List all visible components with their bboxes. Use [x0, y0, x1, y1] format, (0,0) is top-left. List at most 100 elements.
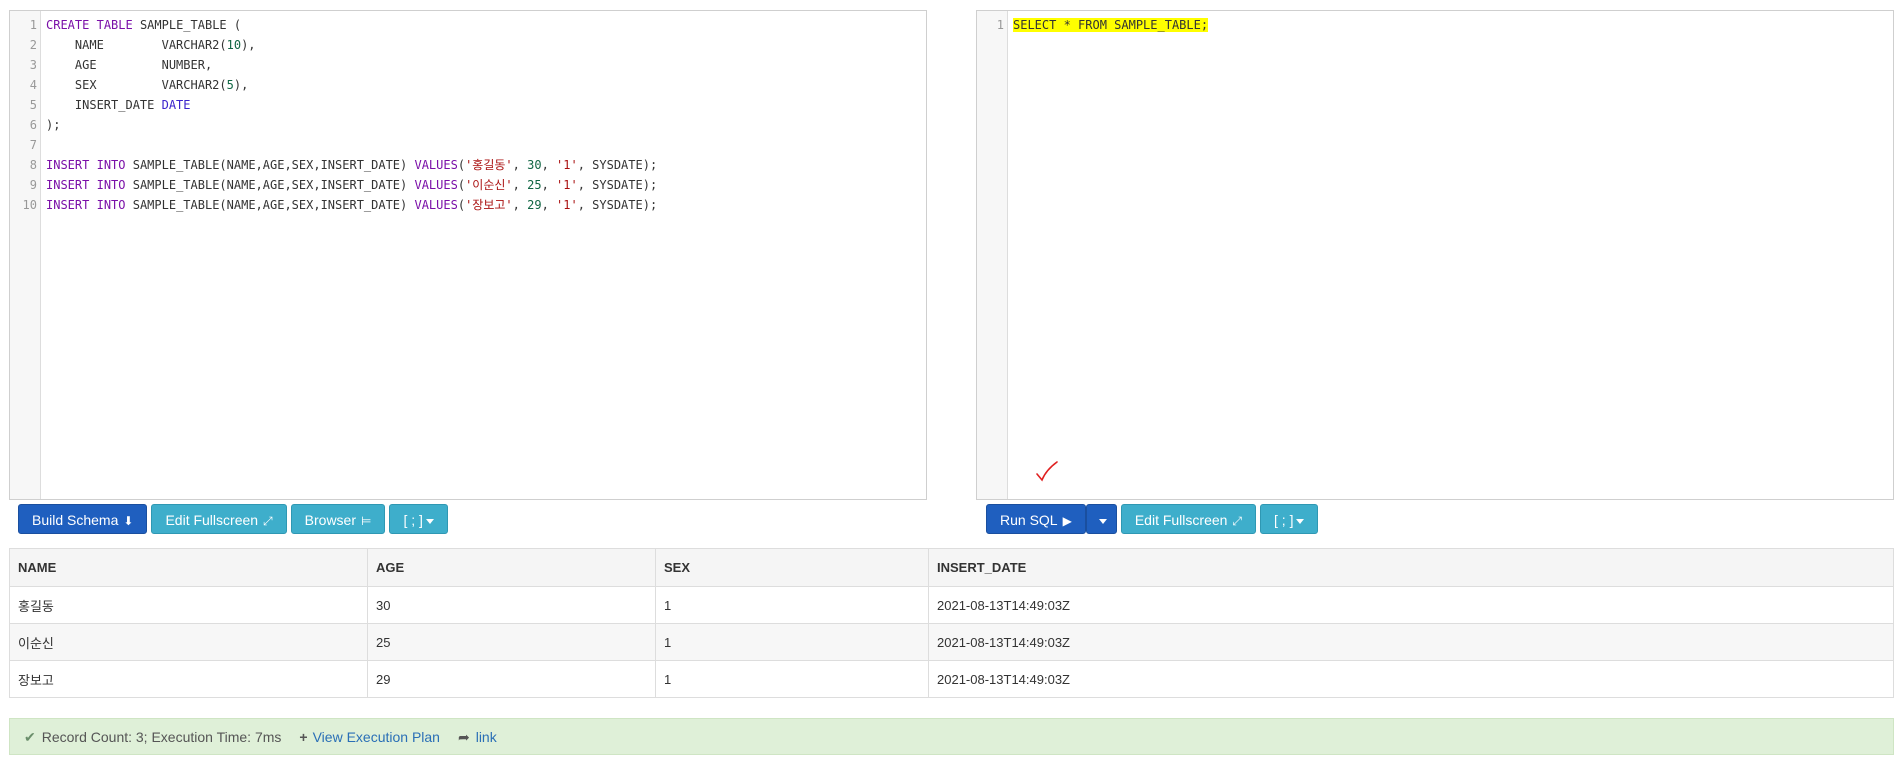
build-schema-button[interactable]: Build Schema ⬇ — [18, 504, 148, 534]
code-token: SAMPLE_TABLE(NAME,AGE,SEX,INSERT_DATE) — [125, 198, 415, 212]
run-sql-button[interactable]: Run SQL ▶ — [986, 504, 1086, 534]
code-token: 10 — [226, 38, 242, 52]
table-cell: 홍길동 — [9, 586, 368, 624]
code-line: 3 AGE NUMBER, — [30, 55, 926, 75]
line-number: 1 — [996, 18, 1004, 32]
delimiter-dropdown[interactable]: [ ; ] — [1260, 504, 1319, 534]
edit-fullscreen-label: Edit Fullscreen — [165, 512, 259, 528]
code-line: 5 INSERT_DATE DATE — [30, 95, 926, 115]
edit-fullscreen-button[interactable]: Edit Fullscreen ⤢ — [151, 504, 287, 534]
code-line: 7 — [30, 135, 926, 155]
code-token: , — [541, 178, 557, 192]
table-row: 이순신 25 1 2021-08-13T14:49:03Z — [9, 623, 1894, 661]
caret-down-icon — [1098, 518, 1107, 524]
line-number: 9 — [29, 178, 37, 192]
code-token: , — [512, 198, 528, 212]
schema-code-area[interactable]: 1 CREATE TABLE SAMPLE_TABLE ( 2 NAME VARCH… — [23, 15, 926, 499]
run-sql-label: Run SQL — [1000, 512, 1058, 528]
line-number: 2 — [29, 38, 37, 52]
code-token: '이순신' — [465, 178, 513, 192]
column-header: SEX — [655, 548, 929, 587]
table-cell: 장보고 — [9, 660, 368, 698]
plus-icon: + — [299, 729, 308, 745]
code-token: TABLE — [96, 18, 133, 32]
code-token: INSERT — [46, 158, 90, 172]
line-number: 7 — [29, 138, 37, 152]
code-token: , — [512, 178, 528, 192]
code-token: INTO — [96, 158, 126, 172]
code-line: 4 SEX VARCHAR2(5), — [30, 75, 926, 95]
table-header-row: NAME AGE SEX INSERT_DATE — [9, 548, 1894, 587]
table-cell: 2021-08-13T14:49:03Z — [928, 660, 1894, 698]
query-editor[interactable]: 1 SELECT * FROM SAMPLE_TABLE; — [976, 10, 1894, 500]
code-token: 30 — [527, 158, 542, 172]
line-number: 4 — [29, 78, 37, 92]
expand-icon: ⤢ — [1232, 514, 1243, 528]
delimiter-label: [ ; ] — [1274, 512, 1294, 528]
schema-editor[interactable]: 1 CREATE TABLE SAMPLE_TABLE ( 2 NAME VARCH… — [9, 10, 927, 500]
run-sql-dropdown-toggle[interactable] — [1085, 504, 1117, 534]
code-token: INSERT — [46, 178, 90, 192]
browser-label: Browser — [304, 512, 357, 528]
code-line: 8 INSERT INTO SAMPLE_TABLE(NAME,AGE,SEX,I… — [30, 155, 926, 175]
expand-icon: ⤢ — [263, 514, 273, 528]
tree-icon: ⊨ — [361, 514, 372, 528]
code-line: 6); — [30, 115, 926, 135]
table-cell: 25 — [367, 623, 656, 661]
edit-fullscreen-button[interactable]: Edit Fullscreen ⤢ — [1120, 504, 1257, 534]
browser-button[interactable]: Browser ⊨ — [290, 504, 386, 534]
code-line: 1 SELECT * FROM SAMPLE_TABLE; — [997, 15, 1893, 35]
caret-down-icon — [1296, 518, 1305, 524]
code-token: ); — [46, 118, 61, 132]
share-icon: ➦ — [457, 729, 470, 745]
build-schema-label: Build Schema — [32, 512, 119, 528]
code-line: 9 INSERT INTO SAMPLE_TABLE(NAME,AGE,SEX,I… — [30, 175, 926, 195]
edit-fullscreen-label: Edit Fullscreen — [1134, 512, 1228, 528]
table-cell: 1 — [655, 660, 929, 698]
code-token: '장보고' — [465, 198, 513, 212]
permalink-link[interactable]: link — [476, 729, 497, 745]
table-cell: 2021-08-13T14:49:03Z — [928, 586, 1894, 624]
code-token: SAMPLE_TABLE(NAME,AGE,SEX,INSERT_DATE) — [125, 178, 415, 192]
line-number: 10 — [22, 198, 37, 212]
table-cell: 1 — [655, 623, 929, 661]
code-token: , SYSDATE); — [577, 178, 658, 192]
code-token: CREATE — [46, 18, 90, 32]
code-token: '1' — [556, 198, 578, 212]
code-token: INTO — [96, 178, 126, 192]
code-token: INTO — [96, 198, 126, 212]
code-token: , SYSDATE); — [577, 198, 658, 212]
query-code-area[interactable]: 1 SELECT * FROM SAMPLE_TABLE; — [997, 15, 1893, 499]
code-token: '1' — [556, 178, 578, 192]
checkmark-icon: ✔ — [24, 729, 36, 745]
code-token: 29 — [527, 198, 542, 212]
play-icon: ▶ — [1062, 514, 1072, 528]
code-token: SELECT * FROM SAMPLE_TABLE; — [1013, 18, 1209, 32]
query-toolbar: Run SQL ▶ Edit Fullscreen ⤢ [ ; ] — [986, 504, 1322, 536]
code-line: 1 CREATE TABLE SAMPLE_TABLE ( — [30, 15, 926, 35]
column-header: INSERT_DATE — [928, 548, 1894, 587]
column-header: NAME — [9, 548, 368, 587]
code-token: SAMPLE_TABLE ( — [132, 18, 242, 32]
table-cell: 2021-08-13T14:49:03Z — [928, 623, 1894, 661]
caret-down-icon — [425, 518, 434, 524]
view-execution-plan-link[interactable]: View Execution Plan — [313, 729, 440, 745]
delimiter-dropdown[interactable]: [ ; ] — [389, 504, 448, 534]
line-number: 8 — [29, 158, 37, 172]
line-number: 3 — [29, 58, 37, 72]
code-token: 25 — [527, 178, 542, 192]
code-line: 2 NAME VARCHAR2(10), — [30, 35, 926, 55]
schema-toolbar: Build Schema ⬇ Edit Fullscreen ⤢ Browser ⊨ [ ;… — [18, 504, 452, 536]
line-number: 1 — [29, 18, 37, 32]
line-number: 6 — [29, 118, 37, 132]
code-token: NAME VARCHAR2( — [46, 38, 227, 52]
code-token: '1' — [556, 158, 578, 172]
code-line: 10 INSERT INTO SAMPLE_TABLE(NAME,AGE,SEX,… — [23, 195, 926, 215]
delimiter-label: [ ; ] — [403, 512, 423, 528]
code-token: DATE — [161, 98, 191, 112]
code-token: VALUES — [414, 198, 458, 212]
code-token: ( — [457, 198, 466, 212]
